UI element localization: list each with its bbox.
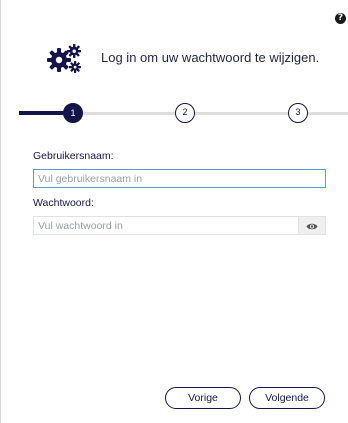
- next-button[interactable]: Volgende: [249, 387, 325, 409]
- password-label: Wachtwoord:: [33, 197, 94, 209]
- page-title: Log in om uw wachtwoord te wijzigen.: [101, 50, 320, 65]
- show-password-button[interactable]: [299, 216, 326, 235]
- gears-icon: [46, 42, 82, 74]
- password-field: [33, 216, 326, 235]
- username-label: Gebruikersnaam:: [33, 150, 114, 162]
- eye-icon: [306, 223, 318, 230]
- dialog-panel: ? Log in om uw wachtwoord te wijzigen. 1…: [0, 0, 348, 423]
- header: Log in om uw wachtwoord te wijzigen.: [46, 42, 336, 74]
- step-2: 2: [175, 103, 195, 123]
- step-3: 3: [288, 103, 308, 123]
- username-input[interactable]: [33, 169, 326, 188]
- step-1: 1: [63, 103, 83, 123]
- question-circle-icon[interactable]: ?: [335, 13, 346, 24]
- previous-button[interactable]: Vorige: [165, 387, 241, 409]
- progress-stepper: 1 2 3: [1, 100, 348, 130]
- password-input[interactable]: [33, 216, 299, 235]
